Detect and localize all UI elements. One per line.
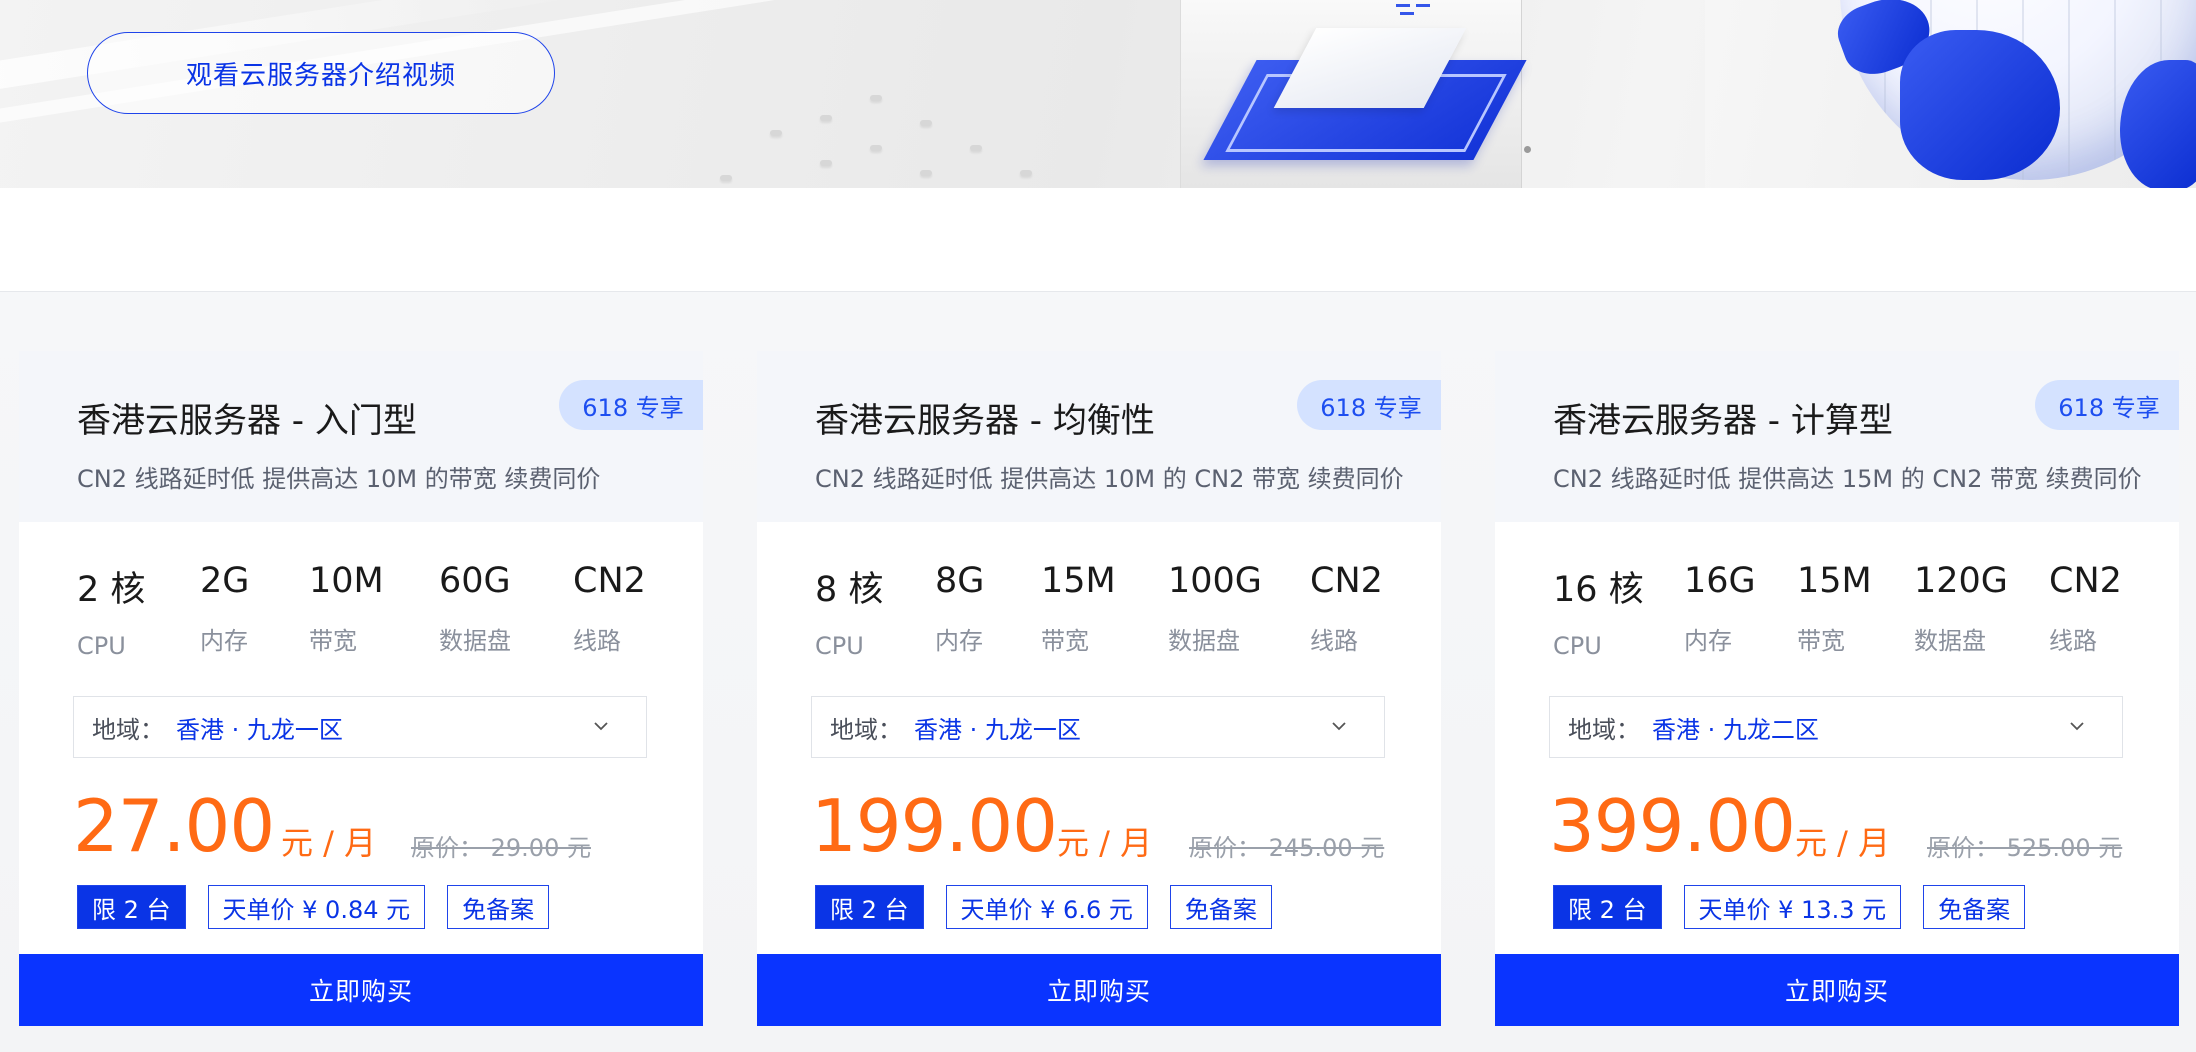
original-price: 原价： 525.00 元 — [1927, 834, 2123, 862]
chevron-down-icon — [2070, 722, 2084, 731]
limit-badge: 限 2 台 — [77, 885, 186, 929]
no-filing-badge: 免备案 — [1923, 885, 2026, 929]
region-label: 地域： — [1568, 715, 1640, 744]
hero-banner: 观看云服务器介绍视频 — [0, 0, 2196, 188]
price-unit: 元 / 月 — [281, 824, 377, 862]
product-card: 香港云服务器 - 入门型 CN2 线路延时低 提供高达 10M 的带宽 续费同价… — [19, 351, 703, 1026]
card-subtitle: CN2 线路延时低 提供高达 10M 的带宽 续费同价 — [77, 465, 601, 493]
price-unit: 元 / 月 — [1057, 824, 1153, 862]
daily-price-badge: 天单价 ¥ 13.3 元 — [1683, 885, 1902, 929]
spec-memory: 8G 内存 — [935, 561, 985, 655]
card-title: 香港云服务器 - 计算型 — [1553, 401, 1893, 441]
daily-price-badge: 天单价 ¥ 0.84 元 — [207, 885, 426, 929]
region-value: 香港 · 九龙二区 — [1652, 715, 1819, 744]
spec-bandwidth: 10M 带宽 — [309, 561, 384, 655]
region-select[interactable]: 地域： 香港 · 九龙一区 — [811, 696, 1385, 758]
buy-now-button[interactable]: 立即购买 — [757, 954, 1441, 1026]
spec-memory: 16G 内存 — [1684, 561, 1756, 655]
region-select[interactable]: 地域： 香港 · 九龙二区 — [1549, 696, 2123, 758]
price: 27.00 — [73, 784, 275, 868]
card-title: 香港云服务器 - 均衡性 — [815, 401, 1155, 441]
limit-badge: 限 2 台 — [815, 885, 924, 929]
price: 399.00 — [1549, 784, 1796, 868]
spec-disk: 120G 数据盘 — [1914, 561, 2008, 655]
buy-now-button[interactable]: 立即购买 — [19, 954, 703, 1026]
spec-bandwidth: 15M 带宽 — [1797, 561, 1872, 655]
no-filing-badge: 免备案 — [1169, 885, 1272, 929]
price: 199.00 — [811, 784, 1058, 868]
region-value: 香港 · 九龙一区 — [914, 715, 1081, 744]
product-card: 香港云服务器 - 计算型 CN2 线路延时低 提供高达 15M 的 CN2 带宽… — [1495, 351, 2179, 1026]
buy-now-button[interactable]: 立即购买 — [1495, 954, 2179, 1026]
banner-decor-dots — [690, 90, 1050, 188]
no-filing-badge: 免备案 — [447, 885, 550, 929]
badge-row: 限 2 台 天单价 ¥ 0.84 元 免备案 — [77, 885, 571, 929]
spec-cpu: 2 核 CPU — [77, 570, 146, 660]
spec-disk: 60G 数据盘 — [439, 561, 511, 655]
spec-cpu: 8 核 CPU — [815, 570, 884, 660]
promo-tag: 618 专享 — [559, 380, 703, 430]
product-card: 香港云服务器 - 均衡性 CN2 线路延时低 提供高达 10M 的 CN2 带宽… — [757, 351, 1441, 1026]
watch-intro-video-button[interactable]: 观看云服务器介绍视频 — [87, 32, 555, 114]
region-select[interactable]: 地域： 香港 · 九龙一区 — [73, 696, 647, 758]
spec-memory: 2G 内存 — [200, 561, 250, 655]
price-unit: 元 / 月 — [1795, 824, 1891, 862]
spec-line: CN2 线路 — [573, 561, 646, 655]
region-value: 香港 · 九龙一区 — [176, 715, 343, 744]
card-subtitle: CN2 线路延时低 提供高达 15M 的 CN2 带宽 续费同价 — [1553, 465, 2142, 493]
limit-badge: 限 2 台 — [1553, 885, 1662, 929]
original-price: 原价： 245.00 元 — [1189, 834, 1385, 862]
daily-price-badge: 天单价 ¥ 6.6 元 — [945, 885, 1148, 929]
spec-line: CN2 线路 — [1310, 561, 1383, 655]
original-price: 原价： 29.00 元 — [411, 834, 591, 862]
promo-tag: 618 专享 — [1297, 380, 1441, 430]
spec-disk: 100G 数据盘 — [1168, 561, 1262, 655]
chevron-down-icon — [1332, 722, 1346, 731]
region-label: 地域： — [830, 715, 902, 744]
chevron-down-icon — [594, 722, 608, 731]
badge-row: 限 2 台 天单价 ¥ 13.3 元 免备案 — [1553, 885, 2047, 929]
card-title: 香港云服务器 - 入门型 — [77, 401, 417, 441]
spec-cpu: 16 核 CPU — [1553, 570, 1644, 660]
promo-tag: 618 专享 — [2035, 380, 2179, 430]
spec-line: CN2 线路 — [2049, 561, 2122, 655]
spec-bandwidth: 15M 带宽 — [1041, 561, 1116, 655]
region-label: 地域： — [92, 715, 164, 744]
card-subtitle: CN2 线路延时低 提供高达 10M 的 CN2 带宽 续费同价 — [815, 465, 1404, 493]
badge-row: 限 2 台 天单价 ¥ 6.6 元 免备案 — [815, 885, 1294, 929]
